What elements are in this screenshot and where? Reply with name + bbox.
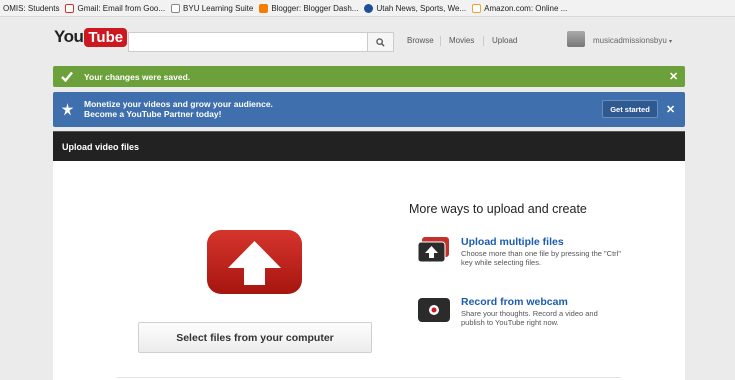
partner-alert: Monetize your videos and grow your audie…	[53, 92, 685, 127]
nav-upload[interactable]: Upload	[492, 36, 517, 45]
check-icon	[61, 71, 73, 82]
upload-panel-header: Upload video files	[53, 131, 685, 161]
record-webcam-desc: Share your thoughts. Record a video and …	[461, 309, 598, 327]
upload-panel: Select files from your computer More way…	[53, 161, 685, 380]
page-title: Upload video files	[62, 142, 140, 152]
bookmark-ksl[interactable]: Utah News, Sports, We...	[364, 3, 467, 13]
upload-arrow-icon[interactable]	[207, 230, 302, 294]
bookmark-label: Gmail: Email from Goo...	[77, 3, 166, 13]
nav-browse[interactable]: Browse	[407, 36, 434, 45]
gmail-icon	[65, 3, 75, 13]
nav-divider	[440, 36, 441, 46]
bookmark-byu[interactable]: BYU Learning Suite	[171, 3, 254, 13]
more-ways-title: More ways to upload and create	[409, 202, 587, 216]
nav-divider	[483, 36, 484, 46]
bookmark-label: Blogger: Blogger Dash...	[271, 3, 359, 13]
bookmark-label: BYU Learning Suite	[183, 3, 254, 13]
bookmark-gmail[interactable]: Gmail: Email from Goo...	[65, 3, 166, 13]
upload-multiple-icon[interactable]	[417, 237, 451, 263]
close-icon[interactable]: ✕	[669, 70, 678, 83]
bookmark-amazon[interactable]: Amazon.com: Online ...	[472, 3, 568, 13]
get-started-button[interactable]: Get started	[602, 100, 658, 118]
upload-multiple-link[interactable]: Upload multiple files	[461, 236, 564, 248]
amazon-icon	[472, 3, 482, 13]
logo-you-text: You	[54, 27, 84, 46]
saved-alert: Your changes were saved. ✕	[53, 66, 685, 87]
nav-movies[interactable]: Movies	[449, 36, 474, 45]
upload-multiple-desc: Choose more than one file by pressing th…	[461, 249, 621, 267]
saved-alert-text: Your changes were saved.	[84, 72, 191, 82]
search-input[interactable]	[128, 32, 368, 52]
bookmark-label: OMIS: Students	[3, 3, 60, 13]
avatar[interactable]	[567, 31, 585, 47]
bookmarks-bar: OMIS: Students Gmail: Email from Goo... …	[0, 0, 735, 17]
search-button[interactable]	[368, 32, 394, 52]
close-icon[interactable]: ✕	[666, 103, 675, 116]
webcam-icon[interactable]	[417, 297, 451, 323]
record-webcam-link[interactable]: Record from webcam	[461, 296, 568, 308]
logo-tube-text: Tube	[84, 27, 128, 47]
user-menu[interactable]: musicadmissionsbyu ▾	[593, 36, 672, 45]
star-icon	[61, 103, 74, 116]
bookmark-omis[interactable]: OMIS: Students	[3, 4, 59, 13]
bookmark-label: Amazon.com: Online ...	[484, 3, 568, 13]
bookmark-blogger[interactable]: Blogger: Blogger Dash...	[259, 3, 359, 13]
divider	[117, 377, 621, 378]
byu-icon	[171, 3, 181, 13]
username: musicadmissionsbyu	[593, 36, 667, 45]
partner-alert-line2: Become a YouTube Partner today!	[84, 109, 222, 119]
blogger-icon	[259, 3, 269, 13]
ksl-icon	[364, 3, 374, 13]
bookmark-label: Utah News, Sports, We...	[376, 3, 467, 13]
partner-alert-line1: Monetize your videos and grow your audie…	[84, 99, 273, 109]
search-icon	[376, 37, 385, 47]
youtube-logo[interactable]: You Tube	[54, 27, 128, 47]
select-files-button[interactable]: Select files from your computer	[138, 322, 372, 353]
chevron-down-icon: ▾	[669, 39, 673, 45]
